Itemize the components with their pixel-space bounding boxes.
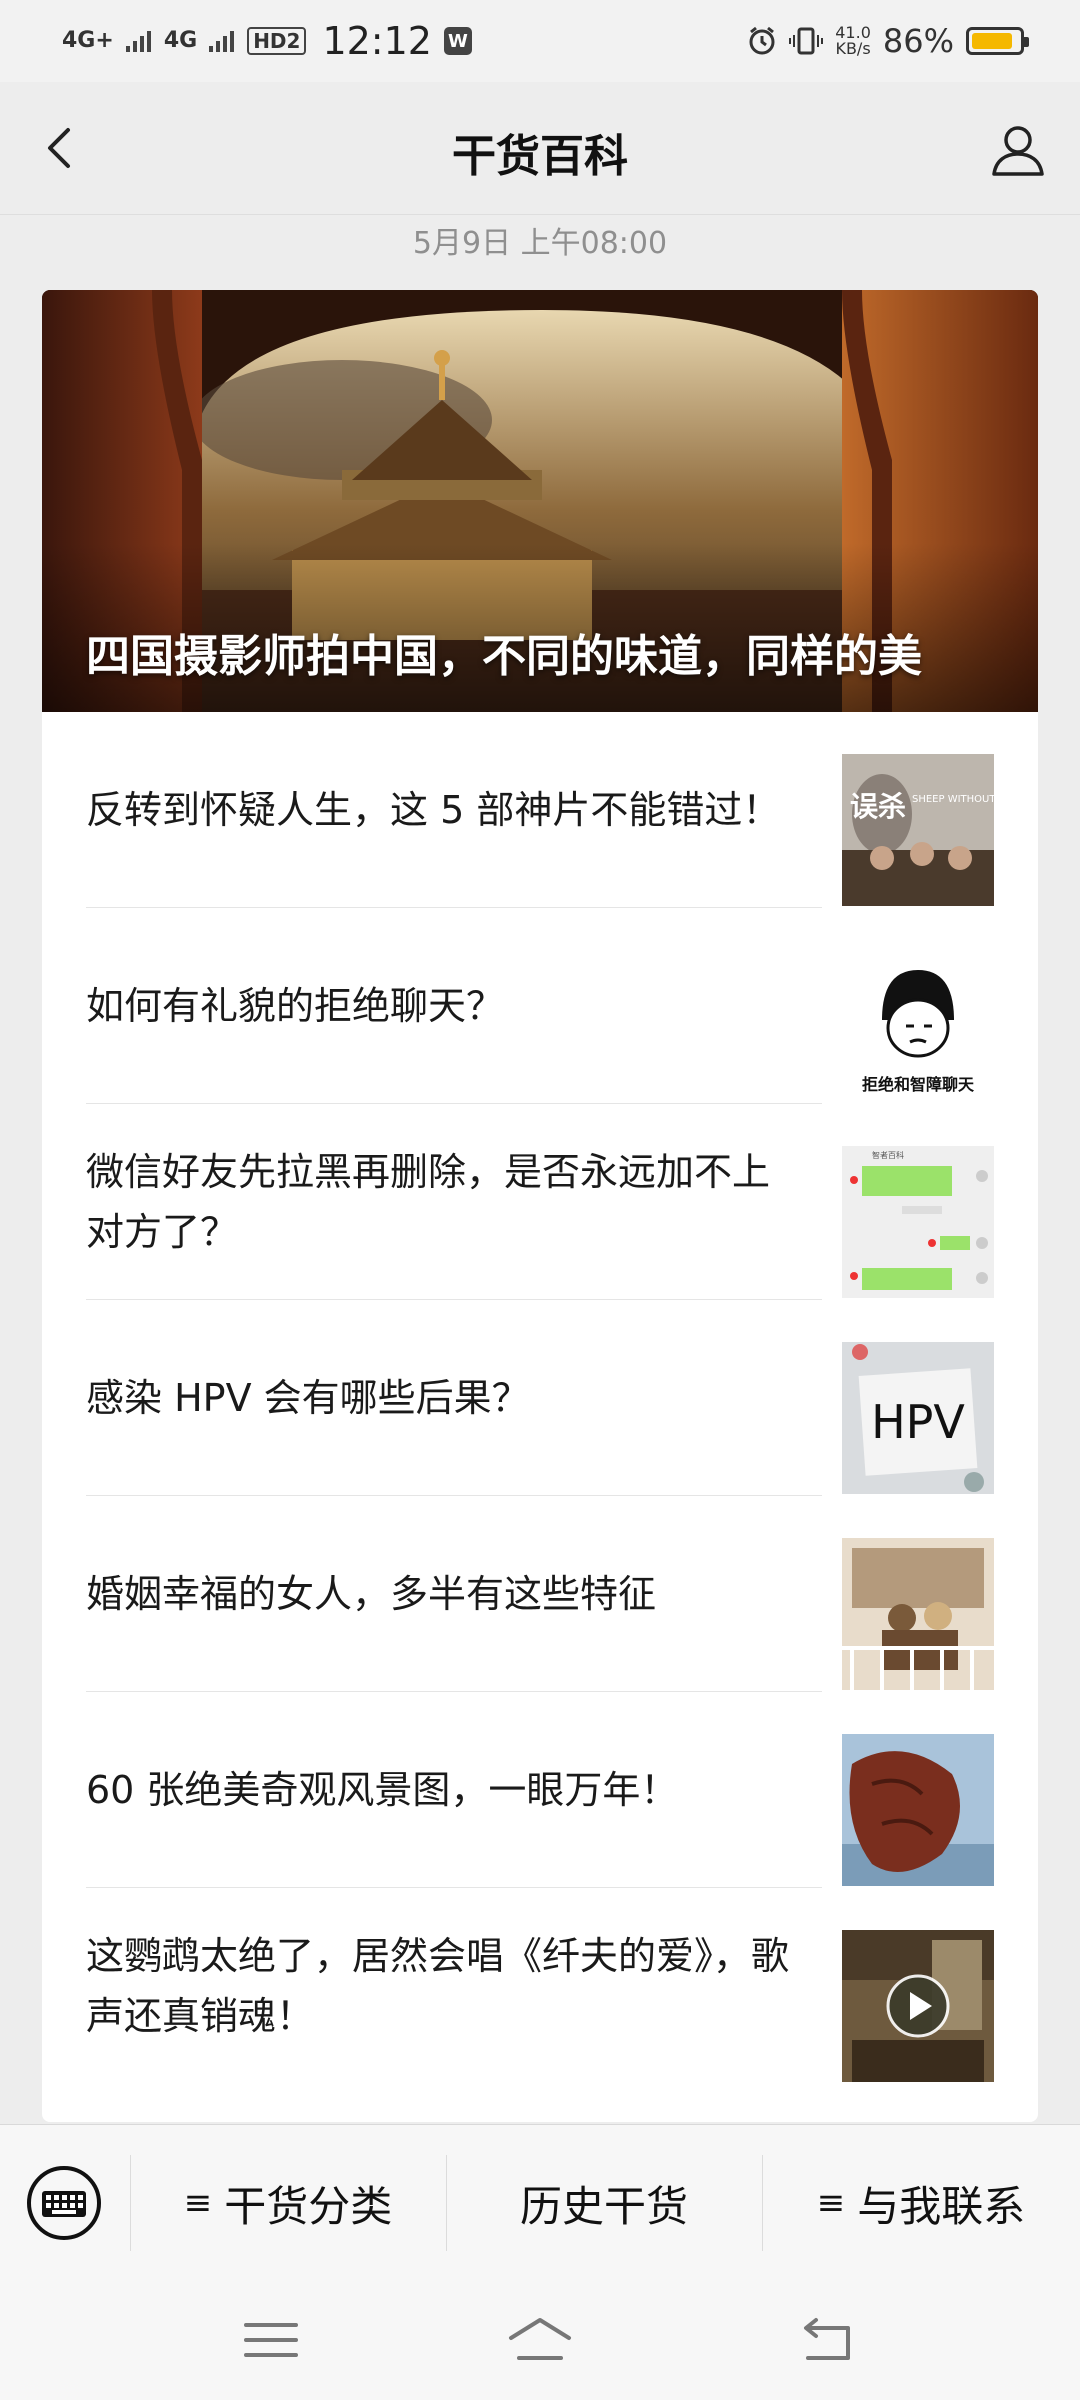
- hero-title: 四国摄影师拍中国，不同的味道，同样的美: [86, 631, 922, 682]
- status-bar: 4G+ 4G HD2 12:12 W 41.0 KB/s 86%: [0, 0, 1080, 82]
- menu-item-label: 与我联系: [857, 2181, 1026, 2231]
- svg-text:误杀: 误杀: [850, 790, 906, 823]
- menu-item-contact[interactable]: ≡ 与我联系: [762, 2125, 1080, 2281]
- signal-4g-plus: 4G+: [62, 28, 114, 53]
- vibrate-icon: [789, 27, 824, 55]
- signal-bars-icon: [209, 31, 235, 52]
- menu-item-categories[interactable]: ≡ 干货分类: [130, 2125, 446, 2281]
- article-item[interactable]: 反转到怀疑人生，这 5 部神片不能错过！ 误杀 SHEEP WITHOUT: [86, 712, 994, 908]
- article-item[interactable]: 这鹦鹉太绝了，居然会唱《纤夫的爱》，歌声还真销魂！: [86, 1888, 994, 2084]
- signal-bars-icon: [125, 31, 151, 52]
- svg-text:智者百科: 智者百科: [872, 1150, 904, 1160]
- page-title: 干货百科: [452, 131, 628, 182]
- article-thumbnail: [842, 1734, 994, 1886]
- menu-item-label: 干货分类: [224, 2181, 393, 2231]
- keyboard-icon[interactable]: [24, 2163, 104, 2243]
- message-timestamp: 5月9日 上午08:00: [412, 226, 668, 261]
- article-thumbnail: HPV: [842, 1342, 994, 1494]
- svg-text:拒绝和智障聊天: 拒绝和智障聊天: [862, 1075, 975, 1094]
- article-card: 四国摄影师拍中国，不同的味道，同样的美 反转到怀疑人生，这 5 部神片不能错过！…: [42, 290, 1038, 2122]
- article-title: 这鹦鹉太绝了，居然会唱《纤夫的爱》，歌声还真销魂！: [86, 1934, 790, 2038]
- article-thumbnail: 误杀 SHEEP WITHOUT: [842, 754, 994, 906]
- alarm-icon: [749, 26, 775, 55]
- menu-icon[interactable]: [236, 2310, 306, 2370]
- hd-voice-badge: HD2: [247, 27, 307, 55]
- article-title: 微信好友先拉黑再删除，是否永远加不上对方了？: [86, 1150, 771, 1254]
- article-thumbnail: 智者百科: [842, 1146, 994, 1298]
- article-title: 反转到怀疑人生，这 5 部神片不能错过！: [86, 788, 781, 832]
- home-icon[interactable]: [505, 2310, 575, 2370]
- app-notification-icon: W: [443, 27, 472, 55]
- svg-text:HPV: HPV: [871, 1395, 965, 1449]
- article-thumbnail: 拒绝和智障聊天: [842, 950, 994, 1102]
- article-thumbnail: [842, 1538, 994, 1690]
- article-title: 感染 HPV 会有哪些后果？: [86, 1376, 530, 1420]
- header: 干货百科: [0, 82, 1080, 215]
- battery-level: [972, 33, 1012, 49]
- menu-item-label: 历史干货: [519, 2181, 688, 2231]
- network-speed: 41.0 KB/s: [835, 23, 871, 58]
- battery-icon: [966, 27, 1029, 55]
- article-item[interactable]: 感染 HPV 会有哪些后果？ HPV: [86, 1300, 994, 1496]
- article-item[interactable]: 微信好友先拉黑再删除，是否永远加不上对方了？ 智者百科: [86, 1104, 994, 1300]
- menu-item-history[interactable]: 历史干货: [446, 2125, 762, 2281]
- system-navigation-bar: [0, 2280, 1080, 2400]
- article-item[interactable]: 婚姻幸福的女人，多半有这些特征: [86, 1496, 994, 1692]
- article-title: 如何有礼貌的拒绝聊天？: [86, 984, 505, 1028]
- bottom-menu: ≡ 干货分类 历史干货 ≡ 与我联系: [0, 2124, 1080, 2281]
- person-icon[interactable]: [986, 118, 1050, 182]
- clock: 12:12: [322, 19, 432, 63]
- article-item[interactable]: 如何有礼貌的拒绝聊天？ 拒绝和智障聊天: [86, 908, 994, 1104]
- hero-article[interactable]: 四国摄影师拍中国，不同的味道，同样的美: [42, 290, 1038, 712]
- article-item[interactable]: 60 张绝美奇观风景图，一眼万年！: [86, 1692, 994, 1888]
- battery-percentage: 86%: [882, 22, 954, 60]
- back-icon[interactable]: [790, 2310, 860, 2370]
- article-title: 婚姻幸福的女人，多半有这些特征: [86, 1572, 657, 1616]
- submenu-icon: ≡: [816, 2183, 846, 2223]
- svg-text:SHEEP WITHOUT: SHEEP WITHOUT: [912, 794, 994, 805]
- submenu-icon: ≡: [183, 2183, 213, 2223]
- signal-4g: 4G: [163, 28, 198, 53]
- article-thumbnail: [842, 1930, 994, 2082]
- article-title: 60 张绝美奇观风景图，一眼万年！: [86, 1768, 679, 1812]
